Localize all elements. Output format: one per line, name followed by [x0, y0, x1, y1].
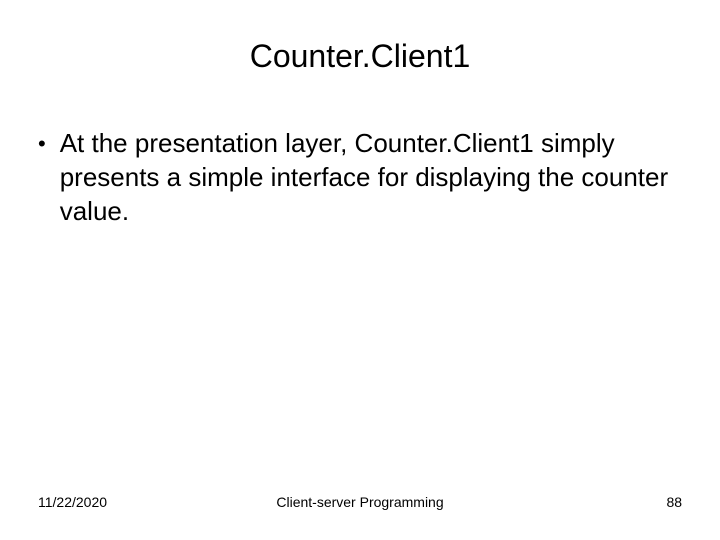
footer-date: 11/22/2020 — [38, 494, 253, 510]
footer-subject: Client-server Programming — [253, 494, 468, 510]
bullet-marker-icon: • — [38, 127, 46, 160]
slide-title: Counter.Client1 — [0, 0, 720, 99]
footer-page-number: 88 — [467, 494, 682, 510]
bullet-item: • At the presentation layer, Counter.Cli… — [38, 127, 682, 228]
bullet-list: • At the presentation layer, Counter.Cli… — [0, 99, 720, 228]
bullet-text: At the presentation layer, Counter.Clien… — [60, 127, 682, 228]
slide-footer: 11/22/2020 Client-server Programming 88 — [0, 494, 720, 510]
